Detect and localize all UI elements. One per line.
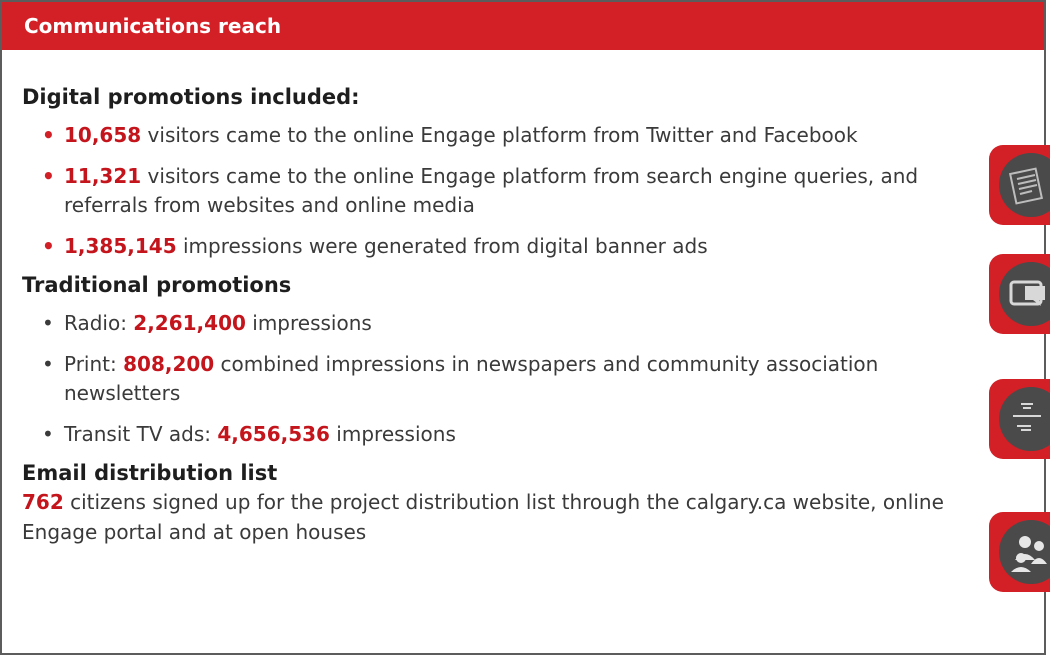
multilingual-ad-icon xyxy=(999,387,1050,451)
communications-panel: Communications reach Digital promotions … xyxy=(0,0,1050,655)
people-tab xyxy=(989,512,1050,592)
list-item: Radio: 2,261,400 impressions xyxy=(22,309,972,338)
traditional-list: Radio: 2,261,400 impressions Print: 808,… xyxy=(22,309,972,449)
digital-list: 10,658 visitors came to the online Engag… xyxy=(22,121,972,261)
stat-text: visitors came to the online Engage platf… xyxy=(64,164,919,217)
panel-title: Communications reach xyxy=(24,14,282,38)
list-item: 1,385,145 impressions were generated fro… xyxy=(22,232,972,261)
stat-number: 11,321 xyxy=(64,164,142,188)
stat-text: impressions xyxy=(329,422,456,446)
digital-heading: Digital promotions included: xyxy=(22,85,360,109)
email-heading: Email distribution list xyxy=(22,461,278,485)
newspaper-tab xyxy=(989,145,1050,225)
newspaper-icon xyxy=(999,153,1050,217)
stat-prefix: Transit TV ads: xyxy=(64,422,218,446)
stat-number: 2,261,400 xyxy=(133,311,246,335)
stat-prefix: Print: xyxy=(64,352,124,376)
people-icon xyxy=(999,520,1050,584)
stat-text: impressions were generated from digital … xyxy=(176,234,708,258)
stat-number: 1,385,145 xyxy=(64,234,177,258)
stat-text: visitors came to the online Engage platf… xyxy=(141,123,858,147)
chat-tab xyxy=(989,254,1050,334)
panel-header: Communications reach xyxy=(2,2,1044,50)
list-item: Transit TV ads: 4,656,536 impressions xyxy=(22,420,972,449)
stat-number: 4,656,536 xyxy=(217,422,330,446)
stat-number: 762 xyxy=(22,490,64,514)
panel-content: Digital promotions included: 10,658 visi… xyxy=(22,85,972,547)
multilingual-tab xyxy=(989,379,1050,459)
traditional-heading: Traditional promotions xyxy=(22,273,292,297)
chat-bubble-icon xyxy=(999,262,1050,326)
email-description: 762 citizens signed up for the project d… xyxy=(22,487,972,547)
stat-number: 808,200 xyxy=(123,352,215,376)
list-item: Print: 808,200 combined impressions in n… xyxy=(22,350,972,408)
stat-prefix: Radio: xyxy=(64,311,134,335)
stat-text: impressions xyxy=(245,311,372,335)
stat-number: 10,658 xyxy=(64,123,142,147)
stat-text: citizens signed up for the project distr… xyxy=(22,490,944,544)
list-item: 11,321 visitors came to the online Engag… xyxy=(22,162,972,220)
list-item: 10,658 visitors came to the online Engag… xyxy=(22,121,972,150)
